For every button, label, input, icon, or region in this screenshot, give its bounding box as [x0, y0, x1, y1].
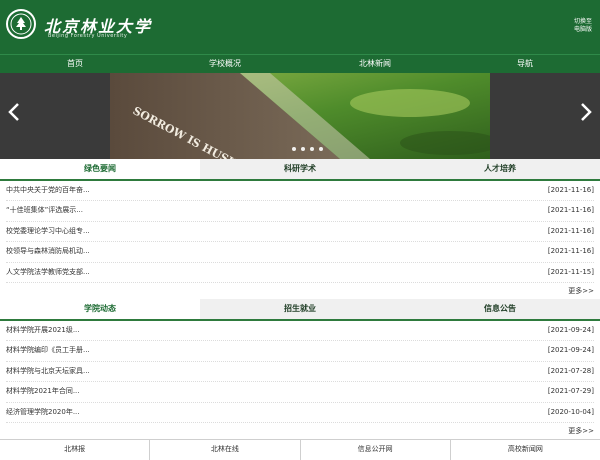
carousel-dot[interactable] [310, 147, 314, 151]
carousel-dot[interactable] [292, 147, 296, 151]
carousel-dot[interactable] [319, 147, 323, 151]
list-item-date: [2021-11-15] [547, 267, 594, 276]
nav-item-overview[interactable]: 学校概况 [150, 55, 300, 73]
site-header: 北京林业大学 Beijing Forestry University 切换至 电… [0, 0, 600, 54]
list-item-date: [2021-11-16] [547, 186, 594, 194]
list-item[interactable]: 中共中央关于党的百年奋... [2021-11-16] [6, 181, 594, 202]
list-item-title[interactable]: 材料学院与北京天坛家具... [6, 362, 90, 381]
university-name-en: Beijing Forestry University [48, 33, 128, 39]
chevron-right-icon[interactable] [580, 101, 592, 131]
main-nav: 首页 学校概况 北林新闻 导航 [0, 54, 600, 73]
tab-announcements[interactable]: 信息公告 [400, 299, 600, 319]
list-item[interactable]: 材料学院与北京天坛家具... [2021-07-28] [6, 362, 594, 383]
footer-links: 北林报 北林在线 信息公开网 高校新闻网 [0, 438, 600, 460]
list-item[interactable]: 材料学院2021年合同... [2021-07-29] [6, 382, 594, 403]
list-item-title[interactable]: 材料学院编印《员工手册... [6, 341, 90, 360]
more-link[interactable]: 更多>> [0, 423, 600, 439]
switch-line-2: 电脑版 [573, 26, 592, 33]
news-section: 绿色要闻 科研学术 人才培养 中共中央关于党的百年奋... [2021-11-16… [0, 159, 600, 299]
list-item-date: [2021-11-16] [547, 206, 594, 215]
switch-desktop-link[interactable]: 切换至 电脑版 [574, 18, 592, 34]
list-item[interactable]: “十佳班集体”评选展示... [2021-11-16] [6, 201, 594, 222]
list-item-date: [2021-09-24] [547, 325, 594, 334]
list-item-title[interactable]: 人文学院法学教师党支部... [6, 263, 90, 282]
college-section: 学院动态 招生就业 信息公告 材料学院开展2021级... [2021-09-24… [0, 298, 600, 439]
list-item-date: [2021-11-16] [547, 247, 594, 256]
list-item[interactable]: 人文学院法学教师党支部... [2021-11-15] [6, 263, 594, 283]
university-emblem-icon[interactable] [6, 9, 36, 39]
banner-carousel: SORROW IS HUSHED INTO [0, 73, 600, 159]
carousel-dot[interactable] [301, 147, 305, 151]
nav-item-home[interactable]: 首页 [0, 55, 150, 73]
tab-research[interactable]: 科研学术 [200, 159, 400, 179]
list-item[interactable]: 校领导与森林消防局机动... [2021-11-16] [6, 242, 594, 263]
college-tabs: 学院动态 招生就业 信息公告 [0, 298, 600, 321]
switch-line-1: 切换至 [573, 18, 592, 25]
list-item-date: [2021-07-28] [547, 366, 594, 375]
nav-item-news[interactable]: 北林新闻 [300, 55, 450, 73]
list-item-title[interactable]: 校党委理论学习中心组专... [6, 222, 90, 241]
list-item-title[interactable]: 材料学院开展2021级... [6, 321, 80, 340]
list-item-date: [2021-11-16] [547, 226, 594, 235]
list-item-date: [2020-10-04] [547, 407, 594, 416]
college-list: 材料学院开展2021级... [2021-09-24] 材料学院编印《员工手册..… [0, 321, 600, 423]
nav-item-navigation[interactable]: 导航 [450, 55, 600, 73]
list-item-title[interactable]: 材料学院2021年合同... [6, 382, 80, 401]
list-item[interactable]: 材料学院编印《员工手册... [2021-09-24] [6, 341, 594, 362]
news-list: 中共中央关于党的百年奋... [2021-11-16] “十佳班集体”评选展示..… [0, 181, 600, 283]
list-item[interactable]: 材料学院开展2021级... [2021-09-24] [6, 321, 594, 342]
list-item-title[interactable]: “十佳班集体”评选展示... [6, 201, 83, 220]
tab-admission[interactable]: 招生就业 [200, 299, 400, 319]
tab-talent[interactable]: 人才培养 [400, 159, 600, 179]
tab-college-news[interactable]: 学院动态 [0, 298, 200, 319]
chevron-left-icon[interactable] [8, 101, 20, 131]
list-item-date: [2021-09-24] [547, 346, 594, 355]
list-item-date: [2021-07-29] [547, 387, 594, 396]
list-item-title[interactable]: 校领导与森林消防局机动... [6, 242, 90, 261]
list-item[interactable]: 经济管理学院2020年... [2020-10-04] [6, 403, 594, 423]
list-item-title[interactable]: 中共中央关于党的百年奋... [6, 181, 90, 200]
carousel-dots [292, 147, 323, 151]
list-item-title[interactable]: 经济管理学院2020年... [6, 403, 80, 422]
news-tabs: 绿色要闻 科研学术 人才培养 [0, 159, 600, 181]
list-item[interactable]: 校党委理论学习中心组专... [2021-11-16] [6, 222, 594, 243]
tab-green-news[interactable]: 绿色要闻 [0, 159, 200, 179]
more-link[interactable]: 更多>> [0, 283, 600, 299]
